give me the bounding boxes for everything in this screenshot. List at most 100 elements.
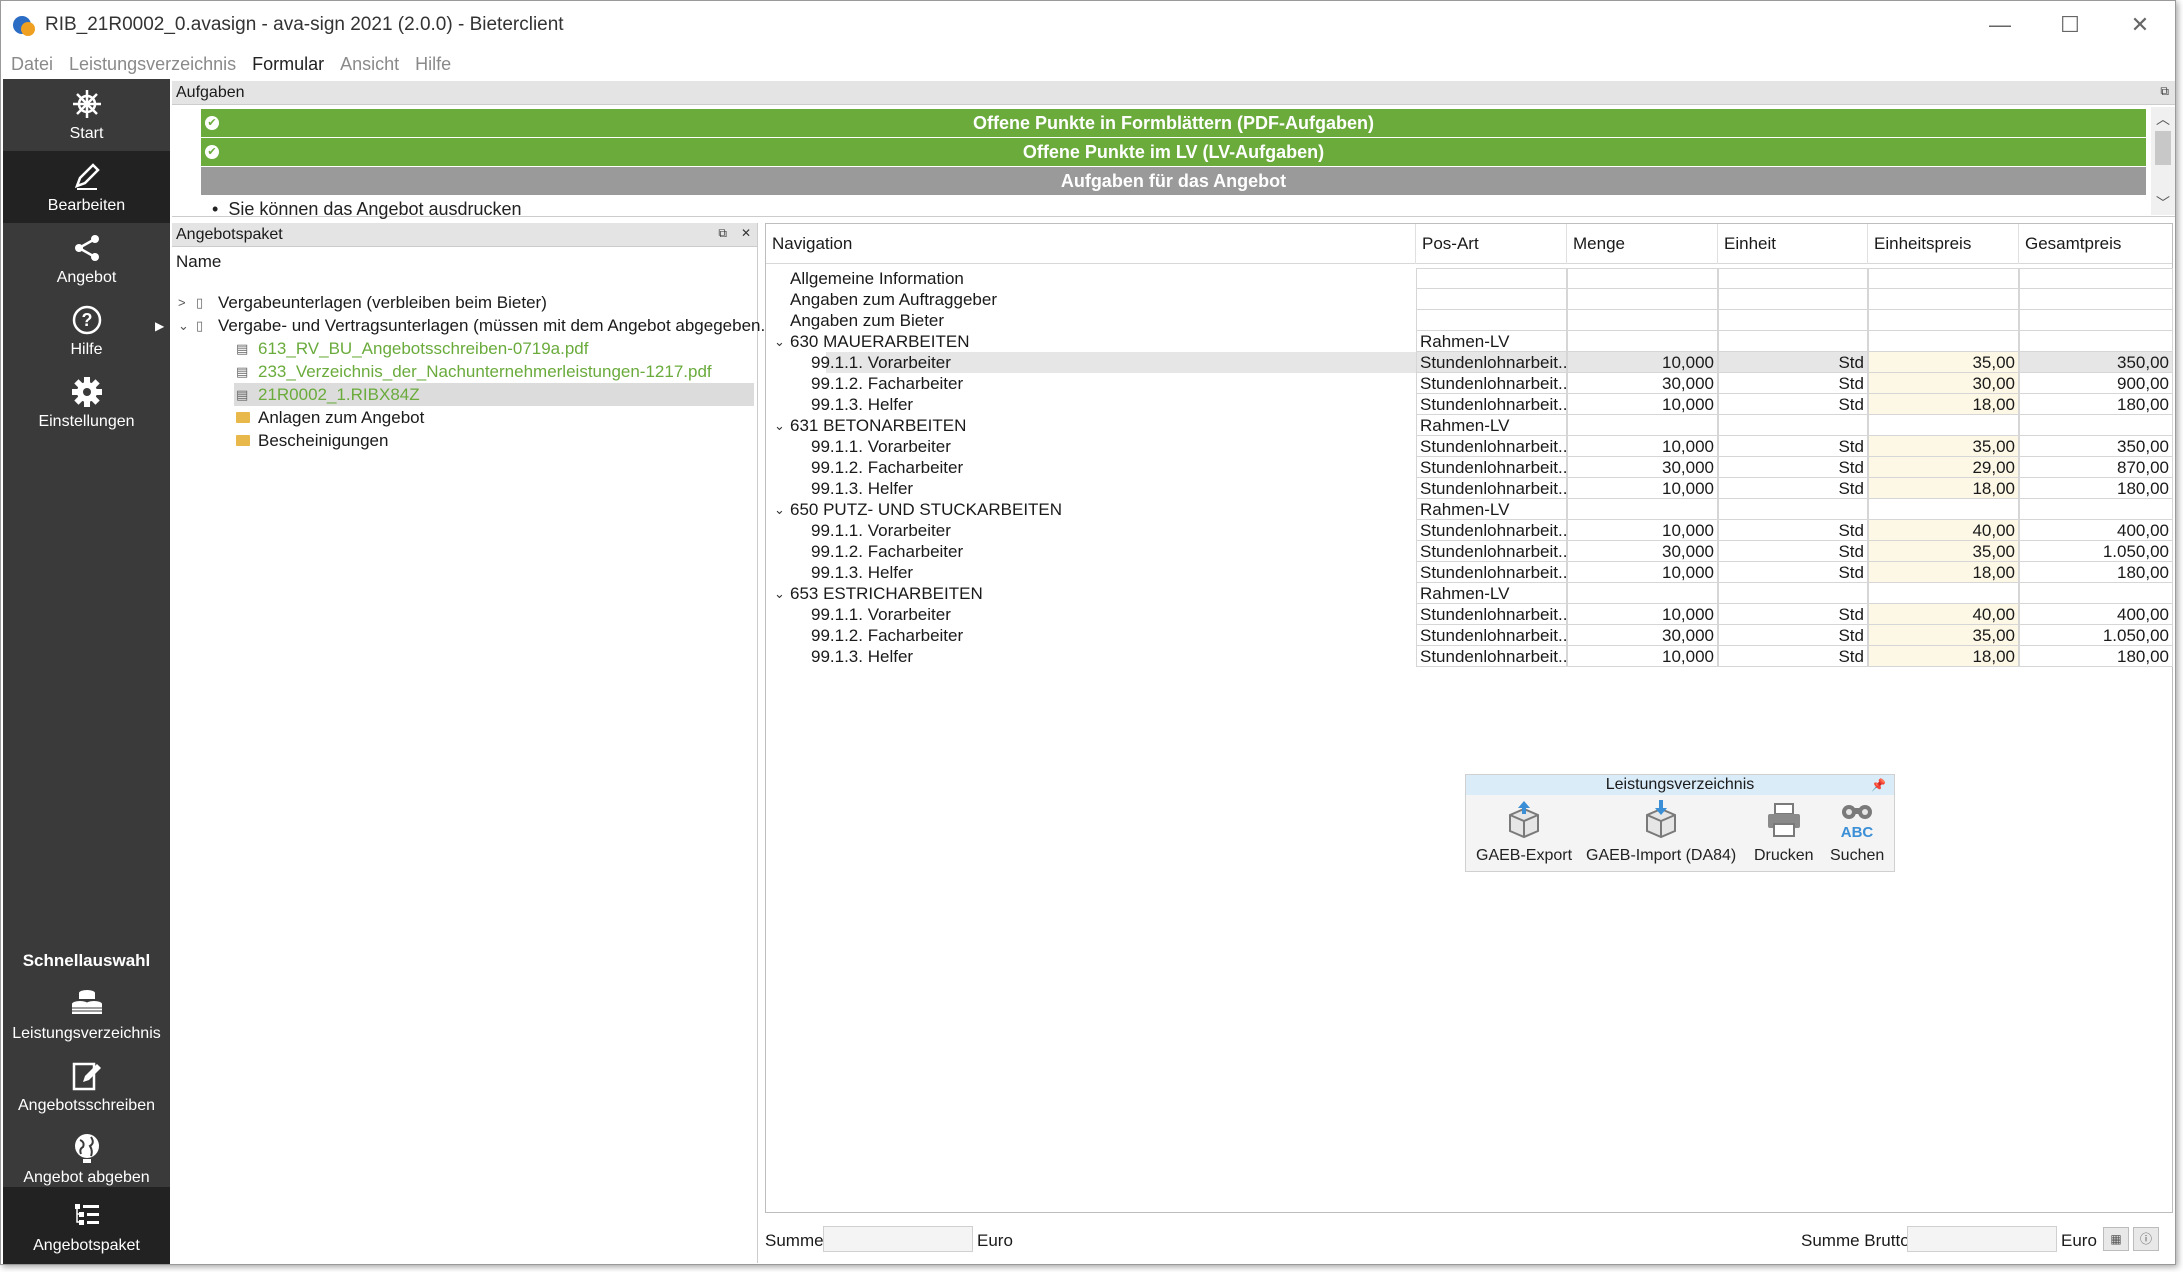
- check-icon: ✔: [205, 116, 219, 130]
- nav-group-row[interactable]: ⌄ 630 MAUERARBEITEN Rahmen-LV: [766, 331, 2173, 352]
- float-panel-icon[interactable]: ⧉: [718, 226, 727, 241]
- calculator-icon[interactable]: ▦: [2103, 1227, 2129, 1251]
- tree-item-selected[interactable]: ▤ 21R0002_1.RIBX84Z: [234, 383, 754, 406]
- col-einheit[interactable]: Einheit: [1718, 224, 1868, 264]
- nav-group-row[interactable]: ⌄ 650 PUTZ- UND STUCKARBEITEN Rahmen-LV: [766, 499, 2173, 520]
- col-pos-art[interactable]: Pos-Art: [1416, 224, 1567, 264]
- cell-ep[interactable]: 35,00: [1868, 625, 2019, 646]
- app-window: RIB_21R0002_0.avasign - ava-sign 2021 (2…: [0, 0, 2176, 1265]
- cell-ep[interactable]: 30,00: [1868, 373, 2019, 394]
- menu-hilfe[interactable]: Hilfe: [415, 54, 451, 75]
- close-button[interactable]: ✕: [2105, 1, 2175, 49]
- quick-select-title: Schnellauswahl: [22, 951, 151, 970]
- drucken-button[interactable]: Drucken: [1754, 799, 1814, 865]
- nav-position-row[interactable]: 99.1.3. Helfer Stundenlohnarbeit... 10,000…: [766, 478, 2173, 499]
- cell-ep[interactable]: 35,00: [1868, 352, 2019, 373]
- task-sub-item[interactable]: • Sie können das Angebot ausdrucken: [212, 199, 522, 220]
- sidebar-item-einstellungen[interactable]: Einstellungen: [3, 367, 170, 439]
- nav-position-row[interactable]: 99.1.3. Helfer Stundenlohnarbeit... 10,000…: [766, 646, 2173, 667]
- pin-icon[interactable]: 📌: [1871, 775, 1886, 795]
- nav-position-row[interactable]: 99.1.1. Vorarbeiter Stundenlohnarbeit... 1…: [766, 352, 2173, 373]
- minimize-button[interactable]: —: [1965, 1, 2035, 49]
- cell-ep[interactable]: 40,00: [1868, 604, 2019, 625]
- nav-label: 99.1.1. Vorarbeiter: [811, 605, 951, 624]
- chevron-down-icon[interactable]: ⌄: [774, 415, 785, 436]
- tree-item[interactable]: Anlagen zum Angebot: [236, 406, 424, 429]
- scroll-up-icon[interactable]: ︿: [2151, 107, 2175, 131]
- cell-gp: [2019, 310, 2173, 331]
- menu-datei[interactable]: Datei: [11, 54, 53, 75]
- cell-ep[interactable]: 18,00: [1868, 646, 2019, 667]
- sidebar-item-start[interactable]: Start: [3, 79, 170, 151]
- nav-position-row[interactable]: 99.1.2. Facharbeiter Stundenlohnarbeit...…: [766, 373, 2173, 394]
- col-navigation[interactable]: Navigation: [766, 224, 1416, 264]
- cell-einheit: Std: [1718, 520, 1868, 541]
- chevron-right-icon[interactable]: >: [178, 295, 196, 310]
- cell-ep[interactable]: 18,00: [1868, 394, 2019, 415]
- aufgaben-scrollbar[interactable]: ︿ ﹀: [2151, 107, 2175, 215]
- tree-item[interactable]: Bescheinigungen: [236, 429, 388, 452]
- task-pdf-aufgaben[interactable]: ✔ Offene Punkte in Formblättern (PDF-Auf…: [201, 109, 2146, 137]
- task-lv-aufgaben[interactable]: ✔ Offene Punkte im LV (LV-Aufgaben): [201, 138, 2146, 166]
- nav-position-row[interactable]: 99.1.3. Helfer Stundenlohnarbeit... 10,000…: [766, 562, 2173, 583]
- tree-item[interactable]: ⌄ ▯ Vergabe- und Vertragsunterlagen (müs…: [178, 314, 775, 337]
- cell-menge: [1567, 499, 1718, 520]
- quick-item-angebotsschreiben[interactable]: Angebotsschreiben: [3, 1051, 170, 1123]
- quick-item-leistungsverzeichnis[interactable]: Leistungsverzeichnis: [3, 979, 170, 1051]
- cell-ep[interactable]: 35,00: [1868, 541, 2019, 562]
- nav-position-row[interactable]: 99.1.1. Vorarbeiter Stundenlohnarbeit... 1…: [766, 520, 2173, 541]
- nav-info-row[interactable]: Allgemeine Information: [766, 268, 2173, 289]
- scroll-thumb[interactable]: [2155, 131, 2171, 165]
- folder-icon: [236, 412, 250, 423]
- sidebar-expand-icon[interactable]: ▶: [155, 319, 164, 333]
- float-panel-icon[interactable]: ⧉: [2160, 84, 2169, 99]
- tree-item[interactable]: ▤ 613_RV_BU_Angebotsschreiben-0719a.pdf: [236, 337, 589, 360]
- menu-ansicht[interactable]: Ansicht: [340, 54, 399, 75]
- info-icon[interactable]: ⓘ: [2133, 1227, 2159, 1251]
- sidebar-item-angebot[interactable]: Angebot: [3, 223, 170, 295]
- quick-item-angebot-abgeben[interactable]: Angebot abgeben: [3, 1123, 170, 1195]
- cell-ep[interactable]: 18,00: [1868, 562, 2019, 583]
- nav-info-row[interactable]: Angaben zum Auftraggeber: [766, 289, 2173, 310]
- cell-pos-art: Stundenlohnarbeit...: [1416, 478, 1567, 499]
- tree-item[interactable]: > ▯ Vergabeunterlagen (verbleiben beim B…: [178, 291, 547, 314]
- nav-position-row[interactable]: 99.1.2. Facharbeiter Stundenlohnarbeit...…: [766, 541, 2173, 562]
- chevron-down-icon[interactable]: ⌄: [774, 331, 785, 352]
- tree-item[interactable]: ▤ 233_Verzeichnis_der_Nachunternehmerlei…: [236, 360, 712, 383]
- nav-position-row[interactable]: 99.1.2. Facharbeiter Stundenlohnarbeit...…: [766, 625, 2173, 646]
- nav-position-row[interactable]: 99.1.1. Vorarbeiter Stundenlohnarbeit... 1…: [766, 436, 2173, 457]
- cell-ep[interactable]: 18,00: [1868, 478, 2019, 499]
- status-bar: Summe Euro Summe Brutto Euro ▦ ⓘ: [765, 1224, 2173, 1260]
- quick-item-angebotspaket[interactable]: Angebotspaket: [3, 1187, 170, 1264]
- chevron-down-icon[interactable]: ⌄: [774, 499, 785, 520]
- col-menge[interactable]: Menge: [1567, 224, 1718, 264]
- nav-group-row[interactable]: ⌄ 653 ESTRICHARBEITEN Rahmen-LV: [766, 583, 2173, 604]
- gaeb-import-button[interactable]: GAEB-Import (DA84): [1586, 799, 1736, 865]
- col-gesamtpreis[interactable]: Gesamtpreis: [2019, 224, 2173, 264]
- cell-pos-art: Stundenlohnarbeit...: [1416, 604, 1567, 625]
- cell-ep[interactable]: 29,00: [1868, 457, 2019, 478]
- menu-formular[interactable]: Formular: [252, 54, 324, 75]
- nav-group-row[interactable]: ⌄ 631 BETONARBEITEN Rahmen-LV: [766, 415, 2173, 436]
- cell-pos-art: Stundenlohnarbeit...: [1416, 373, 1567, 394]
- close-icon[interactable]: ✕: [741, 226, 751, 240]
- nav-position-row[interactable]: 99.1.2. Facharbeiter Stundenlohnarbeit...…: [766, 457, 2173, 478]
- nav-position-row[interactable]: 99.1.1. Vorarbeiter Stundenlohnarbeit... 1…: [766, 604, 2173, 625]
- col-einheitspreis[interactable]: Einheitspreis: [1868, 224, 2019, 264]
- chevron-down-icon[interactable]: ⌄: [178, 318, 196, 334]
- maximize-button[interactable]: ☐: [2035, 1, 2105, 49]
- sidebar-item-hilfe[interactable]: ? Hilfe: [3, 295, 170, 367]
- cell-ep[interactable]: 40,00: [1868, 520, 2019, 541]
- task-angebot[interactable]: Aufgaben für das Angebot: [201, 167, 2146, 195]
- cell-menge: 10,000: [1567, 352, 1718, 373]
- scroll-down-icon[interactable]: ﹀: [2151, 191, 2175, 215]
- nav-position-row[interactable]: 99.1.3. Helfer Stundenlohnarbeit... 10,000…: [766, 394, 2173, 415]
- menu-leistungsverzeichnis[interactable]: Leistungsverzeichnis: [69, 54, 236, 75]
- chevron-down-icon[interactable]: ⌄: [774, 583, 785, 604]
- sidebar-item-bearbeiten[interactable]: Bearbeiten: [3, 151, 170, 223]
- gaeb-export-button[interactable]: GAEB-Export: [1476, 799, 1572, 865]
- window-title: RIB_21R0002_0.avasign - ava-sign 2021 (2…: [45, 14, 564, 35]
- nav-info-row[interactable]: Angaben zum Bieter: [766, 310, 2173, 331]
- suchen-button[interactable]: ABC Suchen: [1830, 799, 1884, 865]
- cell-ep[interactable]: 35,00: [1868, 436, 2019, 457]
